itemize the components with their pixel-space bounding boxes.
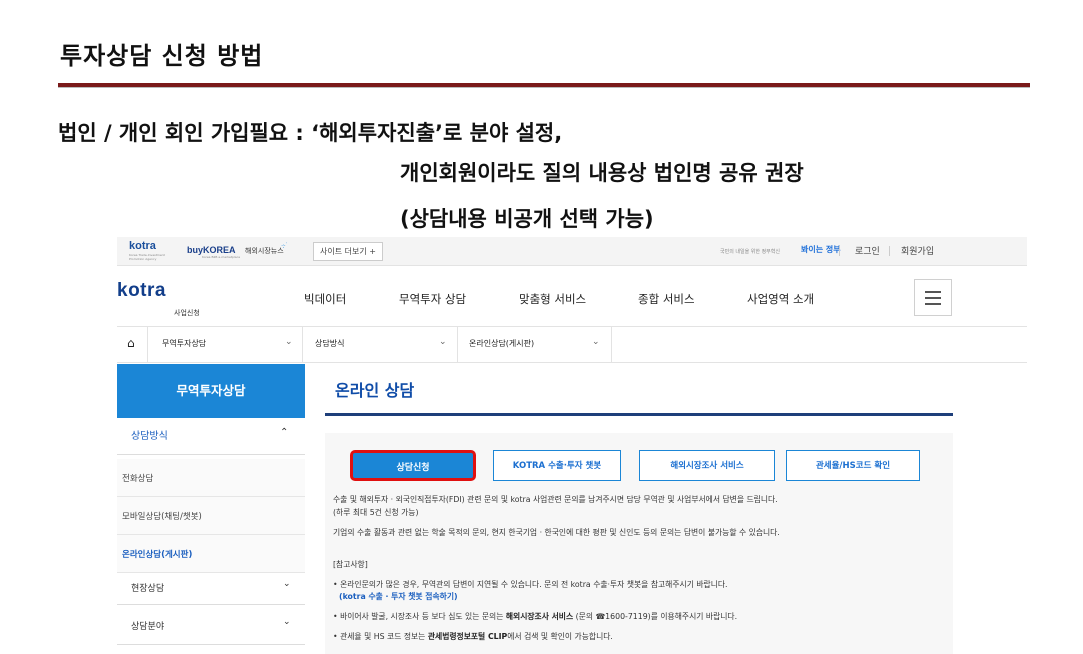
title-rule-shadow (58, 87, 1030, 88)
buykorea-logo-subtitle: Korea B2B e-marketplace (202, 255, 241, 259)
sidebar-section-title[interactable]: 상담방식 (131, 427, 168, 442)
nav-bigdata[interactable]: 빅데이터 (304, 291, 346, 307)
nav-custom-service[interactable]: 맞춤형 서비스 (519, 291, 586, 307)
chevron-up-icon[interactable]: ⌃ (280, 427, 288, 438)
sidebar-item-label: 온라인상담(게시판) (122, 550, 193, 560)
sidebar-item-phone[interactable]: 전화상담 (117, 459, 305, 497)
chevron-down-icon[interactable]: ⌄ (592, 337, 600, 347)
kotra-logo-subtitle: Korea Trade-Investment Promotion Agency (129, 253, 165, 261)
market-research-button[interactable]: 해외시장조사 서비스 (639, 450, 775, 481)
chevron-down-icon[interactable]: ⌄ (439, 337, 447, 347)
topbar-divider (889, 246, 890, 256)
description-notice: 기업의 수출 활동과 관련 없는 학술 목적의 문의, 현지 한국기업 · 한국… (333, 528, 780, 537)
reference-title: [참고사항] (333, 560, 368, 569)
topbar-divider (839, 246, 840, 256)
title-underline (325, 413, 953, 416)
sidebar-divider (117, 454, 305, 455)
description-limit: (하루 최대 5건 신청 가능) (333, 508, 419, 517)
sidebar-item-onsite[interactable]: 현장상담 (131, 581, 164, 594)
nav-general-service[interactable]: 종합 서비스 (638, 291, 695, 307)
sidebar-item-online[interactable]: 온라인상담(게시판) (117, 535, 305, 573)
reference-note: • 온라인문의가 많은 경우, 무역관의 답변이 지연될 수 있습니다. 문의 … (333, 580, 728, 589)
login-link[interactable]: 로그인 (855, 244, 880, 257)
note-text: • 관세율 및 HS 코드 정보는 (333, 632, 428, 641)
slide-text-line2: 개인회원이라도 질의 내용상 법인명 공유 권장 (400, 161, 804, 185)
breadcrumb-divider (611, 327, 612, 362)
slide-title: 투자상담 신청 방법 (60, 42, 264, 70)
breadcrumb-item[interactable]: 상담방식 (315, 338, 344, 349)
breadcrumb-divider (302, 327, 303, 362)
market-news-link[interactable]: 해외시장뉴스 (245, 246, 284, 256)
home-icon[interactable]: ⌂ (127, 336, 135, 350)
breadcrumb-divider (457, 327, 458, 362)
sidebar-header: 무역투자상담 (117, 364, 305, 418)
nav-business-intro[interactable]: 사업영역 소개 (747, 291, 814, 307)
website-screenshot: kotra Korea Trade-Investment Promotion A… (117, 237, 1027, 654)
note-text: • 바이어사 발굴, 시장조사 등 보다 심도 있는 문의는 (333, 612, 506, 621)
chevron-down-icon[interactable]: ⌄ (283, 579, 291, 589)
slogan-text: 국민의 내일을 위한 정부혁신 (720, 249, 780, 255)
clip-portal-link[interactable]: 관세법령정보포털 CLIP (428, 632, 507, 641)
sidebar-item-mobile[interactable]: 모바일상담(채팅/챗봇) (117, 497, 305, 535)
chevron-down-icon[interactable]: ⌄ (285, 337, 293, 347)
chatbot-link[interactable]: (kotra 수출 · 투자 챗봇 접속하기) (339, 591, 458, 602)
site-logo-subtitle: 사업신청 (174, 309, 200, 317)
note-text: 에서 검색 및 확인이 가능합니다. (507, 632, 613, 641)
apply-consult-button[interactable]: 상담신청 (350, 450, 476, 481)
sidebar-item-field[interactable]: 상담분야 (131, 619, 164, 632)
tariff-hs-button[interactable]: 관세율/HS코드 확인 (786, 450, 920, 481)
chevron-down-icon[interactable]: ⌄ (283, 617, 291, 627)
menu-icon[interactable] (914, 279, 952, 316)
site-more-button[interactable]: 사이트 더보기 + (313, 242, 383, 261)
sidebar-item-label: 전화상담 (122, 474, 154, 484)
page-title: 온라인 상담 (335, 381, 415, 400)
chatbot-button[interactable]: KOTRA 수출·투자 챗봇 (493, 450, 621, 481)
breadcrumb-divider (147, 327, 148, 362)
slogan-logo: 봐이는 정부 (801, 245, 841, 254)
note-text: (문의 ☎1600-7119)를 이용해주시기 바랍니다. (573, 612, 738, 621)
sidebar-divider (117, 644, 305, 645)
market-research-link[interactable]: 해외시장조사 서비스 (506, 612, 573, 621)
kotra-logo[interactable]: kotra (129, 240, 156, 252)
reference-note: • 바이어사 발굴, 시장조사 등 보다 심도 있는 문의는 해외시장조사 서비… (333, 611, 737, 622)
site-logo[interactable]: kotra (117, 280, 166, 302)
slide-text-line1: 법인 / 개인 회인 가입필요 : ‘해외투자진출’로 분야 설정, (58, 121, 563, 145)
breadcrumb-item[interactable]: 무역투자상담 (162, 338, 206, 349)
reference-note: • 관세율 및 HS 코드 정보는 관세법령정보포털 CLIP에서 검색 및 확… (333, 631, 613, 642)
join-link[interactable]: 회원가입 (901, 244, 934, 257)
description-text: 수출 및 해외투자 · 외국인직접투자(FDI) 관련 문의 및 kotra 사… (333, 495, 778, 504)
sidebar-item-label: 모바일상담(채팅/챗봇) (122, 512, 202, 522)
nav-trade-consult[interactable]: 무역투자 상담 (399, 291, 466, 307)
sidebar-divider (117, 604, 305, 605)
breadcrumb (117, 327, 1027, 363)
buykorea-logo[interactable]: buyKOREA (187, 245, 236, 255)
breadcrumb-item[interactable]: 온라인상담(게시판) (469, 338, 534, 349)
market-news-dots-icon: ·:·˙ (281, 242, 288, 250)
slide-text-line3: (상담내용 비공개 선택 가능) (400, 207, 654, 231)
